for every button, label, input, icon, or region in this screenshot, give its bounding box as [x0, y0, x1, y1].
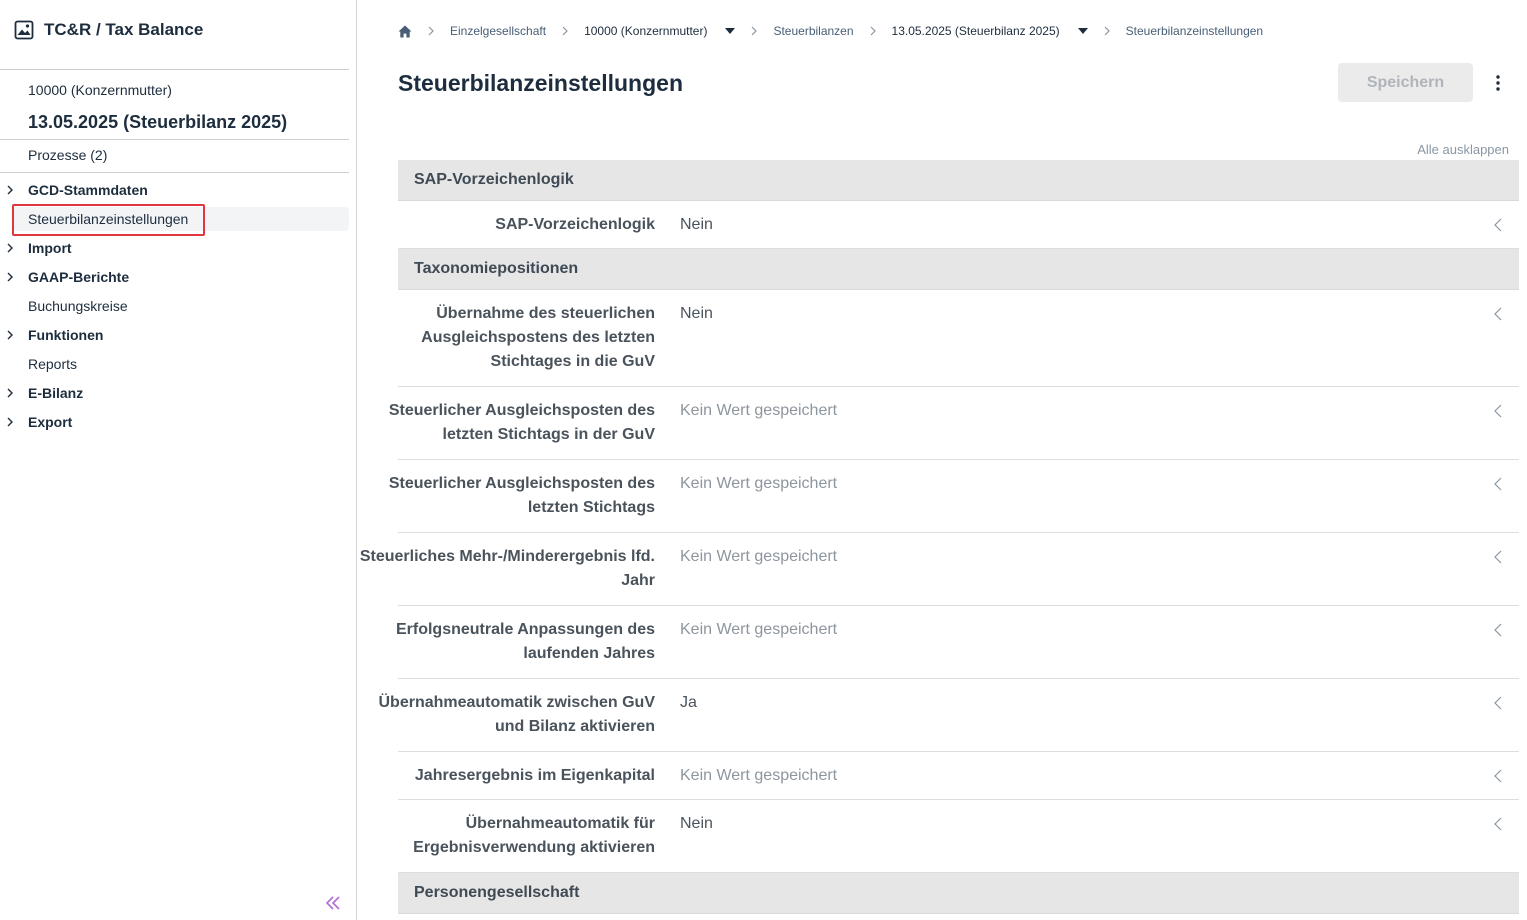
sidebar-item-label: GAAP-Berichte	[28, 269, 130, 285]
sidebar-processes[interactable]: Prozesse (2)	[28, 147, 107, 163]
setting-label: Erfolgsneutrale Anpassungen des laufende…	[395, 621, 655, 662]
breadcrumb-label: Steuerbilanzen	[773, 24, 854, 38]
settings-row[interactable]: Steuerlicher Ausgleichsposten des letzte…	[389, 460, 1519, 533]
breadcrumb-label: Steuerbilanzeinstellungen	[1125, 24, 1264, 38]
setting-label: Steuerliches Mehr-/Minderergebnis lfd. J…	[359, 548, 655, 589]
chevron-right-icon[interactable]	[4, 327, 16, 343]
breadcrumb-item[interactable]: 13.05.2025 (Steuerbilanz 2025)	[892, 24, 1088, 38]
page-title: Steuerbilanzeinstellungen	[398, 70, 683, 96]
chevron-left-icon[interactable]	[1493, 306, 1503, 322]
app-header: TC&R / Tax Balance	[14, 20, 203, 40]
setting-label: Übernahme des steuerlichen Ausgleichspos…	[421, 305, 655, 370]
sidebar-item-label: Steuerbilanzeinstellungen	[28, 211, 189, 227]
settings-row[interactable]: Steuerliches Mehr-/Minderergebnis lfd. J…	[360, 533, 1519, 606]
settings-row[interactable]: Übernahmeautomatik zwischen GuV und Bila…	[378, 679, 1519, 752]
settings-row[interactable]: Übernahme des steuerlichen Ausgleichspos…	[398, 290, 1519, 387]
sidebar-balance-title: 13.05.2025 (Steuerbilanz 2025)	[28, 112, 288, 132]
sidebar-item-label: GCD-Stammdaten	[28, 182, 148, 198]
chevron-left-icon[interactable]	[1493, 695, 1503, 711]
chevron-right-icon[interactable]	[4, 385, 16, 401]
sidebar-item[interactable]: GAAP-Berichte	[0, 265, 349, 289]
settings-row[interactable]: Jahresergebnis im Eigenkapital Kein Wert …	[398, 752, 1519, 800]
sidebar-item[interactable]: Export	[0, 410, 349, 434]
chevron-left-icon[interactable]	[1493, 217, 1503, 233]
section-header[interactable]: Taxonomiepositionen	[398, 249, 1519, 290]
sidebar-item-label: Export	[28, 414, 73, 430]
breadcrumb-label: 13.05.2025 (Steuerbilanz 2025)	[891, 24, 1060, 38]
setting-value: Kein Wert gespeichert	[680, 621, 838, 638]
sidebar-divider	[0, 172, 349, 173]
setting-label: SAP-Vorzeichenlogik	[495, 216, 655, 233]
sidebar-item[interactable]: Funktionen	[0, 323, 349, 347]
chevron-right-icon	[562, 26, 568, 36]
breadcrumb-label: Einzelgesellschaft	[450, 24, 547, 38]
sidebar-item-label: Reports	[28, 356, 78, 372]
image-icon	[14, 20, 34, 40]
breadcrumb-item[interactable]: Steuerbilanzen	[773, 24, 853, 38]
setting-value: Nein	[680, 815, 713, 832]
sidebar-item[interactable]: Buchungskreise	[0, 294, 349, 318]
chevron-right-icon	[1104, 26, 1110, 36]
sidebar-item[interactable]: Import	[0, 236, 349, 260]
chevron-right-icon[interactable]	[4, 269, 16, 285]
setting-value: Kein Wert gespeichert	[680, 402, 838, 419]
sidebar-divider	[0, 139, 349, 140]
section-header[interactable]: Personengesellschaft	[398, 873, 1519, 914]
sidebar-divider	[0, 69, 349, 70]
setting-value: Ja	[680, 694, 697, 711]
breadcrumb: Einzelgesellschaft 10000 (Konzernmutter) S…	[398, 22, 1263, 40]
sidebar-item[interactable]: GCD-Stammdaten	[0, 178, 349, 202]
sidebar-item-label: Funktionen	[28, 327, 104, 343]
setting-label: Steuerlicher Ausgleichsposten des letzte…	[388, 475, 655, 516]
chevron-left-icon[interactable]	[1493, 768, 1503, 784]
setting-label: Übernahmeautomatik zwischen GuV und Bila…	[378, 694, 655, 735]
sidebar-entity[interactable]: 10000 (Konzernmutter)	[28, 82, 172, 98]
chevron-right-icon[interactable]	[4, 182, 16, 198]
settings-row[interactable]: Übernahmeautomatik für Ergebnisverwendun…	[398, 800, 1519, 873]
setting-value: Nein	[680, 305, 713, 322]
setting-value: Kein Wert gespeichert	[680, 548, 838, 565]
breadcrumb-item[interactable]: 10000 (Konzernmutter)	[584, 24, 736, 38]
home-icon[interactable]	[398, 25, 412, 38]
setting-label: Steuerlicher Ausgleichsposten des letzte…	[388, 402, 655, 443]
caret-down-icon[interactable]	[725, 28, 736, 34]
setting-value: Nein	[680, 216, 713, 233]
sidebar-item-label: Import	[28, 240, 72, 256]
expand-all-link[interactable]: Alle ausklappen	[1417, 142, 1509, 157]
save-button[interactable]: Speichern	[1338, 63, 1473, 102]
setting-value: Kein Wert gespeichert	[680, 767, 838, 784]
caret-down-icon[interactable]	[1077, 28, 1088, 34]
double-chevron-left-icon[interactable]	[322, 892, 344, 914]
settings-row[interactable]: Erfolgsneutrale Anpassungen des laufende…	[396, 606, 1519, 679]
chevron-left-icon[interactable]	[1493, 403, 1503, 419]
sidebar-item[interactable]: Reports	[0, 352, 349, 376]
sidebar-item[interactable]: E-Bilanz	[0, 381, 349, 405]
app-title: TC&R / Tax Balance	[44, 20, 204, 39]
more-vertical-icon[interactable]	[1488, 70, 1508, 96]
main-content: Einzelgesellschaft 10000 (Konzernmutter) S…	[358, 0, 1527, 920]
settings-row[interactable]: Steuerlicher Ausgleichsposten des letzte…	[389, 387, 1519, 460]
setting-label: Jahresergebnis im Eigenkapital	[414, 767, 655, 784]
sidebar-item-label: Buchungskreise	[28, 298, 128, 314]
setting-label: Übernahmeautomatik für Ergebnisverwendun…	[413, 815, 655, 856]
setting-value: Kein Wert gespeichert	[680, 475, 838, 492]
chevron-left-icon[interactable]	[1493, 816, 1503, 832]
settings-row[interactable]: SAP-Vorzeichenlogik Nein	[398, 201, 1519, 249]
chevron-left-icon[interactable]	[1493, 476, 1503, 492]
breadcrumb-item[interactable]: Steuerbilanzeinstellungen	[1126, 24, 1263, 38]
chevron-left-icon[interactable]	[1493, 622, 1503, 638]
sidebar: TC&R / Tax Balance 10000 (Konzernmutter)…	[0, 0, 357, 920]
chevron-right-icon	[428, 26, 434, 36]
chevron-right-icon	[870, 26, 876, 36]
section-header[interactable]: SAP-Vorzeichenlogik	[398, 160, 1519, 201]
breadcrumb-item[interactable]: Einzelgesellschaft	[450, 24, 546, 38]
breadcrumb-label: 10000 (Konzernmutter)	[584, 24, 708, 38]
sidebar-item[interactable]: Steuerbilanzeinstellungen	[12, 207, 349, 231]
chevron-right-icon[interactable]	[4, 240, 16, 256]
chevron-left-icon[interactable]	[1493, 549, 1503, 565]
settings-table: SAP-Vorzeichenlogik SAP-Vorzeichenlogik Ne…	[360, 160, 1519, 914]
chevron-right-icon	[752, 26, 758, 36]
sidebar-item-label: E-Bilanz	[28, 385, 84, 401]
chevron-right-icon[interactable]	[4, 414, 16, 430]
